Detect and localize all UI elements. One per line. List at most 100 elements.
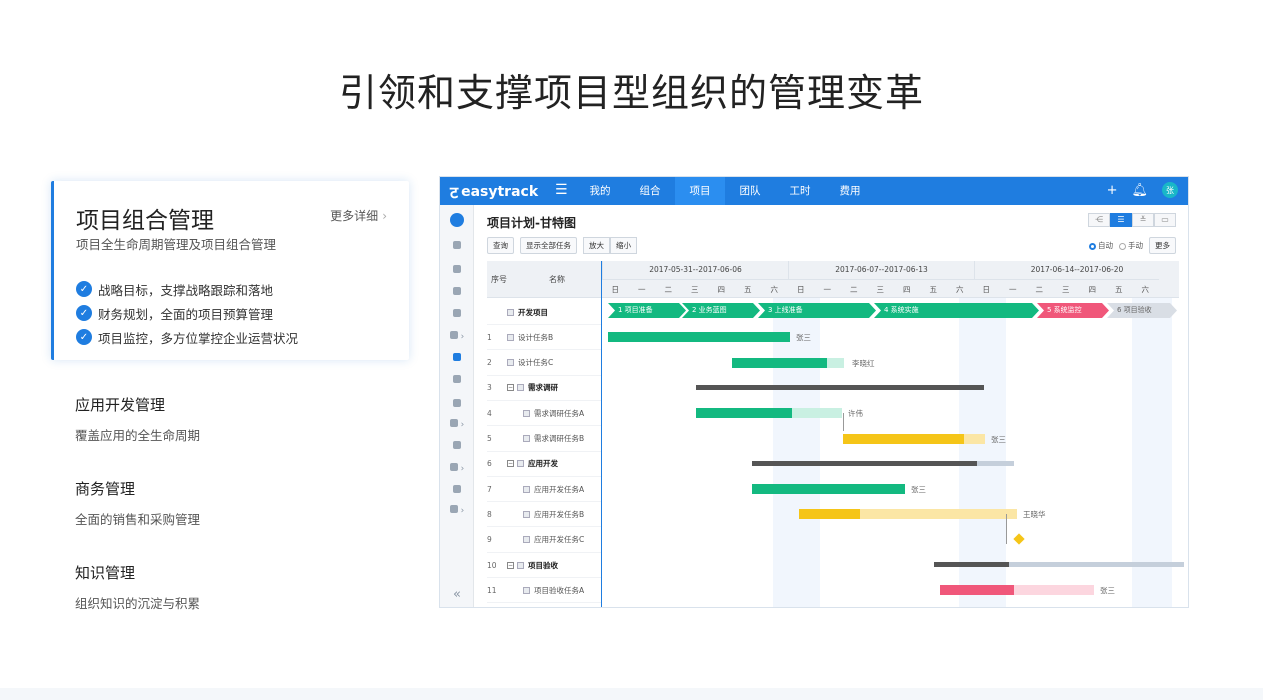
task-row[interactable]: 10 − 项目验收: [487, 553, 601, 578]
collapse-toggle-icon[interactable]: −: [507, 384, 514, 392]
gantt-view-icon[interactable]: ☰: [1110, 213, 1132, 227]
task-name: 项目验收任务A: [534, 585, 585, 595]
collapse-toggle-icon[interactable]: −: [507, 561, 514, 569]
feature-text: 项目监控，多方位掌控企业运营状况: [98, 330, 299, 346]
task-row[interactable]: 6 − 应用开发: [487, 452, 601, 477]
mode-auto-label: 自动: [1098, 241, 1113, 250]
view-toggles: ⋲ ☰ ≚ ▭: [1088, 213, 1176, 227]
feature-item: ✓ 财务规划，全面的项目预算管理: [76, 301, 298, 325]
home-icon[interactable]: [440, 213, 474, 230]
nav-item-timesheet[interactable]: 工时: [775, 177, 825, 205]
gantt-header: 序号 名称 2017-05-31--2017-06-06 2017-06-07-…: [487, 261, 1179, 298]
user-group-icon[interactable]: [440, 441, 474, 452]
module-knowledge[interactable]: 知识管理 组织知识的沉淀与积累: [75, 562, 200, 612]
task-row[interactable]: 开发项目: [487, 300, 601, 325]
info-icon[interactable]: [440, 265, 474, 276]
app-logo[interactable]: ट easytrack: [450, 181, 538, 203]
module-title: 应用开发管理: [75, 396, 166, 414]
phase-bar[interactable]: 3 上线准备: [758, 303, 876, 318]
assignee-label: 张三: [911, 485, 926, 495]
module-title: 商务管理: [75, 480, 136, 498]
nav-item-mine[interactable]: 我的: [575, 177, 625, 205]
gantt-grid: 序号 名称 2017-05-31--2017-06-06 2017-06-07-…: [487, 261, 1184, 607]
task-bar[interactable]: [732, 357, 844, 368]
list-icon[interactable]: ›: [440, 419, 474, 430]
task-row[interactable]: 5 需求调研任务B: [487, 427, 601, 452]
settings-view-icon[interactable]: ≚: [1132, 213, 1154, 227]
summary-bar[interactable]: [752, 460, 1014, 466]
nav-item-portfolio[interactable]: 组合: [625, 177, 675, 205]
task-bar[interactable]: [799, 509, 1017, 520]
hamburger-menu-icon[interactable]: ☰: [555, 182, 568, 198]
gear-icon[interactable]: [440, 287, 474, 298]
task-row[interactable]: 9 应用开发任务C: [487, 528, 601, 553]
assignee-label: 张三: [991, 434, 1006, 444]
phase-bar[interactable]: 6 项目验收: [1107, 303, 1177, 318]
task-bar[interactable]: [843, 433, 985, 444]
more-details-link[interactable]: 更多详细 ›: [330, 207, 387, 224]
gantt-icon[interactable]: [440, 353, 474, 364]
summary-bar[interactable]: [696, 384, 984, 390]
nav-item-team[interactable]: 团队: [725, 177, 775, 205]
task-icon: [523, 586, 530, 594]
more-button[interactable]: 更多: [1149, 237, 1176, 254]
featured-module-card[interactable]: 项目组合管理 更多详细 › 项目全生命周期管理及项目组合管理 ✓ 战略目标，支撑战略…: [51, 181, 409, 360]
task-bar[interactable]: [696, 408, 842, 419]
bell-icon[interactable]: 🔔︎: [1131, 183, 1148, 198]
shield-icon[interactable]: [440, 399, 474, 410]
avatar[interactable]: 张: [1162, 182, 1178, 198]
task-row[interactable]: 8 应用开发任务B: [487, 502, 601, 528]
task-icon: [517, 460, 524, 468]
phase-bar[interactable]: 2 业务蓝图: [682, 303, 760, 318]
zoom-out-button[interactable]: 缩小: [610, 237, 637, 254]
chart-icon[interactable]: [440, 241, 474, 252]
report-icon[interactable]: ›: [440, 463, 474, 474]
module-business[interactable]: 商务管理 全面的销售和采购管理: [75, 478, 200, 528]
phase-bar[interactable]: 5 系统监控: [1037, 303, 1109, 318]
phase-bar[interactable]: 4 系统实施: [874, 303, 1039, 318]
show-all-tasks-button[interactable]: 显示全部任务: [520, 237, 577, 254]
task-bar[interactable]: [752, 484, 905, 495]
mode-manual[interactable]: 手动: [1119, 240, 1143, 251]
milestone-diamond[interactable]: [1013, 533, 1025, 545]
row-number: 10: [487, 560, 497, 570]
task-icon: [523, 510, 530, 518]
row-number: 11: [487, 585, 497, 595]
day-header: 日: [973, 279, 1000, 298]
gantt-content: 项目计划-甘特图 查询 显示全部任务 放大 缩小 ⋲ ☰ ≚ ▭ 自动 手动 更…: [475, 205, 1188, 607]
nav-item-project[interactable]: 项目: [675, 177, 725, 205]
day-header: 四: [893, 279, 920, 298]
diamond-icon[interactable]: ›: [440, 331, 474, 342]
day-header: 五: [920, 279, 947, 298]
link-icon[interactable]: ›: [440, 505, 474, 516]
collapse-rail-icon[interactable]: «: [440, 587, 474, 602]
page-title: 引领和支撑项目型组织的管理变革: [338, 71, 924, 115]
network-view-icon[interactable]: ⋲: [1088, 213, 1110, 227]
task-icon: [517, 561, 524, 569]
card-view-icon[interactable]: ▭: [1154, 213, 1176, 227]
task-row[interactable]: 4 需求调研任务A: [487, 401, 601, 427]
task-row[interactable]: 3 − 需求调研: [487, 376, 601, 401]
logo-mark-icon: ट: [450, 183, 459, 202]
summary-bar[interactable]: [934, 562, 1184, 567]
left-icon-rail: › › › › «: [440, 205, 474, 607]
task-row[interactable]: 11 项目验收任务A: [487, 578, 601, 604]
users-icon[interactable]: [440, 309, 474, 320]
day-header: 三: [681, 279, 708, 298]
task-row[interactable]: 7 应用开发任务A: [487, 477, 601, 503]
feature-item: ✓ 战略目标，支撑战略跟踪和落地: [76, 277, 298, 301]
chat-icon[interactable]: [440, 485, 474, 496]
mode-auto[interactable]: 自动: [1089, 240, 1113, 251]
plus-icon[interactable]: +: [1107, 183, 1118, 198]
nav-item-expense[interactable]: 费用: [825, 177, 875, 205]
task-row[interactable]: 2 设计任务C: [487, 351, 601, 376]
task-row[interactable]: 1 设计任务B: [487, 325, 601, 351]
zoom-in-button[interactable]: 放大: [583, 237, 610, 254]
module-app-dev[interactable]: 应用开发管理 覆盖应用的全生命周期: [75, 394, 200, 444]
task-bar[interactable]: [608, 332, 790, 343]
briefcase-icon[interactable]: [440, 375, 474, 386]
collapse-toggle-icon[interactable]: −: [507, 460, 514, 468]
phase-bar[interactable]: 1 项目准备: [608, 303, 686, 318]
query-button[interactable]: 查询: [487, 237, 514, 254]
task-bar[interactable]: [940, 585, 1094, 596]
